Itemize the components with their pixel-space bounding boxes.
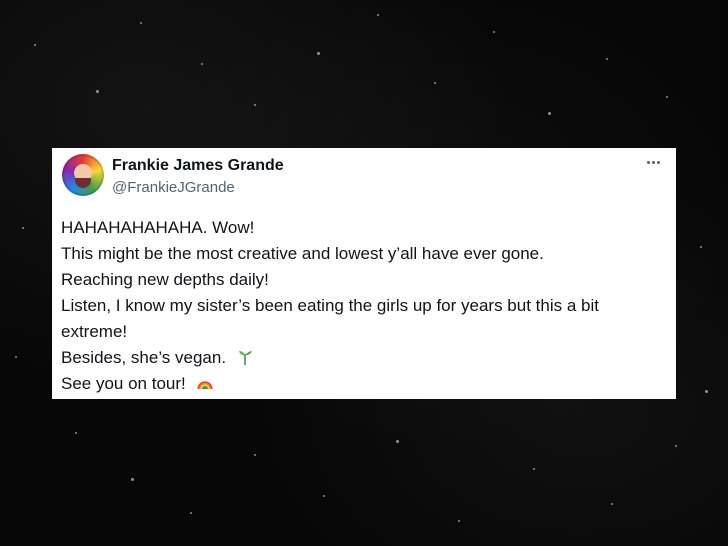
background-speck: [15, 356, 17, 358]
tweet-line: extreme!: [61, 319, 663, 345]
background-speck: [675, 445, 677, 447]
background-speck: [377, 14, 379, 16]
background-speck: [254, 454, 256, 456]
background-speck: [705, 390, 708, 393]
more-options-button[interactable]: [642, 154, 664, 170]
background-speck: [190, 512, 192, 514]
background-speck: [666, 96, 668, 98]
background-speck: [606, 58, 608, 60]
tweet-line-text: Listen, I know my sister’s been eating t…: [61, 296, 599, 315]
more-options-dot-icon: [656, 160, 660, 164]
avatar[interactable]: [62, 154, 104, 196]
background-speck: [131, 478, 134, 481]
seedling-icon: [238, 351, 252, 366]
background-speck: [75, 432, 77, 434]
background-speck: [323, 495, 325, 497]
display-name[interactable]: Frankie James Grande: [112, 157, 284, 175]
background-speck: [201, 63, 203, 65]
user-handle[interactable]: @FrankieJGrande: [112, 179, 235, 196]
background-speck: [700, 246, 702, 248]
tweet-line-text: Reaching new depths daily!: [61, 270, 269, 289]
background-speck: [396, 440, 399, 443]
tweet-line: HAHAHAHAHAHA. Wow!: [61, 215, 663, 241]
tweet-text: HAHAHAHAHAHA. Wow! This might be the mos…: [61, 215, 663, 397]
tweet-line-text: Besides, she’s vegan.: [61, 348, 227, 367]
background-speck: [22, 227, 24, 229]
background-speck: [254, 104, 256, 106]
tweet-line: See you on tour!: [61, 371, 663, 397]
tweet-line: Listen, I know my sister’s been eating t…: [61, 293, 663, 319]
tweet-line: This might be the most creative and lowe…: [61, 241, 663, 267]
tweet-line-text: See you on tour!: [61, 374, 186, 393]
tweet-line-text: extreme!: [61, 322, 128, 341]
more-options-dot-icon: [646, 160, 650, 164]
background-speck: [548, 112, 551, 115]
tweet-line-text: HAHAHAHAHAHA. Wow!: [61, 218, 255, 237]
background-speck: [96, 90, 99, 93]
more-options-dot-icon: [651, 160, 655, 164]
background-speck: [493, 31, 495, 33]
background-speck: [611, 503, 613, 505]
background-speck: [533, 468, 535, 470]
background-speck: [140, 22, 142, 24]
tweet-line: Besides, she’s vegan.: [61, 345, 663, 371]
background-speck: [434, 82, 436, 84]
tweet-line: Reaching new depths daily!: [61, 267, 663, 293]
background-speck: [317, 52, 320, 55]
tweet-line-text: This might be the most creative and lowe…: [61, 244, 544, 263]
tweet-card: Frankie James Grande @FrankieJGrande HAH…: [52, 148, 676, 399]
background-speck: [34, 44, 36, 46]
rainbow-icon: [196, 381, 213, 390]
background-speck: [458, 520, 460, 522]
